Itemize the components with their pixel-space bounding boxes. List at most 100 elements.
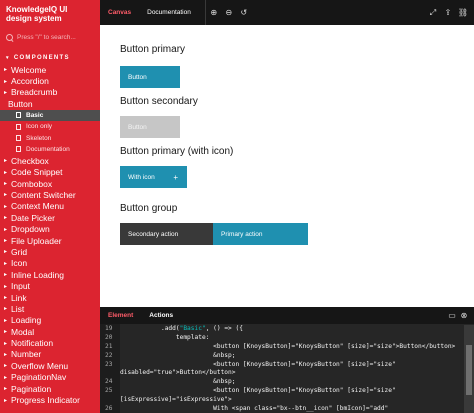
panel-layout-icon[interactable]: ▭ [446,307,458,324]
sidebar-item-label: Content Switcher [11,189,76,200]
sidebar-item-icon[interactable]: ▸ Icon [0,258,100,269]
code-text: <button [KnoysButton]="KnoysButton" [siz… [120,387,396,395]
sidebar-item-file-uploader[interactable]: ▸ File Uploader [0,235,100,246]
group-title-secondary: Button secondary [120,96,198,107]
primary-action-button[interactable]: Primary action [213,223,308,245]
fullscreen-icon[interactable]: ⤢ [426,0,440,25]
sidebar-subitem-documentation[interactable]: Documentation [0,144,100,155]
zoom-in-icon[interactable]: ⊕ [207,0,221,25]
chevron-right-icon: ▸ [4,317,8,324]
app-title[interactable]: KnowledgeIQ UI design system [0,0,100,30]
sidebar-item-label: File Uploader [11,235,62,246]
code-line: [isExpressive]="isExpressive"> [100,396,474,405]
sidebar-subitem-basic[interactable]: Basic [0,109,100,121]
sidebar-item-dropdown[interactable]: ▸ Dropdown [0,223,100,234]
sidebar-subitem-icon-only[interactable]: Icon only [0,121,100,132]
sidebar-item-overflow-menu[interactable]: ▸ Overflow Menu [0,360,100,371]
sidebar-item-date-picker[interactable]: ▸ Date Picker [0,212,100,223]
sidebar-item-button[interactable]: Button [0,98,100,109]
vertical-scrollbar[interactable] [464,325,474,413]
tab-canvas[interactable]: Canvas [100,0,139,25]
sidebar-subitem-skeleton[interactable]: Skeleton [0,132,100,143]
components-section-header[interactable]: ▾ COMPONENTS [0,51,100,64]
sidebar-item-modal[interactable]: ▸ Modal [0,326,100,337]
sidebar-item-label: Code Snippet [11,167,63,178]
code-text: <button [KnoysButton]="KnoysButton" [siz… [120,360,396,368]
search-icon [6,33,14,42]
primary-button[interactable]: Button [120,66,180,88]
sidebar-item-accordion[interactable]: ▸ Accordion [0,75,100,86]
sidebar-item-inline-loading[interactable]: ▸ Inline Loading [0,269,100,280]
chevron-right-icon: ▸ [4,215,8,222]
chevron-right-icon: ▸ [4,169,8,176]
sidebar-item-welcome[interactable]: ▸ Welcome [0,64,100,75]
sidebar-item-paginationnav[interactable]: ▸ PaginationNav [0,372,100,383]
line-number: 25 [105,387,113,395]
code-text: [isExpressive]="isExpressive"> [120,396,232,404]
line-number: 23 [105,360,113,368]
code-text: disabled="true">Button</button> [120,369,236,377]
sidebar-item-notification[interactable]: ▸ Notification [0,337,100,348]
sidebar-item-link[interactable]: ▸ Link [0,292,100,303]
chevron-right-icon: ▸ [4,329,8,336]
add-icon: + [173,172,178,182]
search-input[interactable]: Press "/" to search... [0,30,100,45]
sidebar-item-list[interactable]: ▸ List [0,303,100,314]
sidebar-item-checkbox[interactable]: ▸ Checkbox [0,155,100,166]
code-view[interactable]: 19 .add("Basic", () => ({20 template: 21 … [100,324,474,413]
sidebar-item-label: PaginationNav [11,372,67,383]
code-line: 20 template: [100,334,474,343]
sidebar-item-number[interactable]: ▸ Number [0,349,100,360]
chevron-right-icon: ▸ [4,238,8,245]
button-label: With icon [128,173,155,181]
chevron-down-icon: ▾ [6,54,10,61]
tab-actions[interactable]: Actions [141,307,181,324]
sidebar-item-label: Input [11,281,30,292]
sidebar-item-combobox[interactable]: ▸ Combobox [0,178,100,189]
sidebar-item-label: Icon [11,258,28,269]
story-icon [16,146,21,153]
sidebar-item-grid[interactable]: ▸ Grid [0,246,100,257]
link-icon[interactable]: ⛓ [456,0,470,25]
chevron-right-icon: ▸ [4,283,8,290]
code-line: 25 <button [KnoysButton]="KnoysButton" [… [100,387,474,396]
chevron-right-icon: ▸ [4,374,8,381]
tab-documentation[interactable]: Documentation [139,0,199,25]
sidebar-item-label: Context Menu [11,201,64,212]
secondary-button-disabled[interactable]: Button [120,116,180,138]
sidebar-item-pagination[interactable]: ▸ Pagination [0,383,100,394]
code-text: &nbsp; [120,378,236,386]
reset-icon[interactable]: ⊗ [458,307,470,324]
zoom-out-icon[interactable]: ⊖ [222,0,236,25]
chevron-right-icon: ▸ [4,260,8,267]
tab-element[interactable]: Element [100,307,141,324]
sidebar-subitem-label: Basic [26,111,44,119]
code-line: 21 <button [KnoysButton]="KnoysButton" [… [100,343,474,352]
code-text: template: [120,333,210,341]
secondary-action-button[interactable]: Secondary action [120,223,213,245]
zoom-reset-icon[interactable]: ↺ [237,0,251,25]
scrollbar-thumb[interactable] [466,345,472,395]
share-icon[interactable]: ⇪ [441,0,455,25]
sidebar-item-progress-indicator[interactable]: ▸ Progress Indicator [0,394,100,405]
group-title-button-group: Button group [120,203,178,214]
sidebar-item-label: Breadcrumb [11,87,58,98]
line-number: 21 [105,342,113,350]
sidebar-item-input[interactable]: ▸ Input [0,280,100,291]
sidebar-item-label: Inline Loading [11,269,64,280]
sidebar-item-loading[interactable]: ▸ Loading [0,315,100,326]
chevron-right-icon: ▸ [4,397,8,404]
chevron-right-icon: ▸ [4,67,8,74]
sidebar-nav-rest: ▸ Checkbox ▸ Code Snippet ▸ Combobox ▸ Content … [0,155,100,406]
sidebar-item-code-snippet[interactable]: ▸ Code Snippet [0,167,100,178]
section-label: COMPONENTS [13,54,70,61]
sidebar-item-context-menu[interactable]: ▸ Context Menu [0,201,100,212]
sidebar-item-breadcrumb[interactable]: ▸ Breadcrumb [0,87,100,98]
chevron-right-icon: ▸ [4,158,8,165]
sidebar-item-label: List [11,303,25,314]
primary-icon-button[interactable]: With icon + [120,166,187,188]
top-toolbar: Canvas Documentation ⊕ ⊖ ↺ ⤢ ⇪ ⛓ [100,0,474,25]
line-number: 19 [105,325,113,332]
sidebar-item-content-switcher[interactable]: ▸ Content Switcher [0,189,100,200]
code-line: 26 With <span class="bx--btn__icon" [bmI… [100,405,474,413]
